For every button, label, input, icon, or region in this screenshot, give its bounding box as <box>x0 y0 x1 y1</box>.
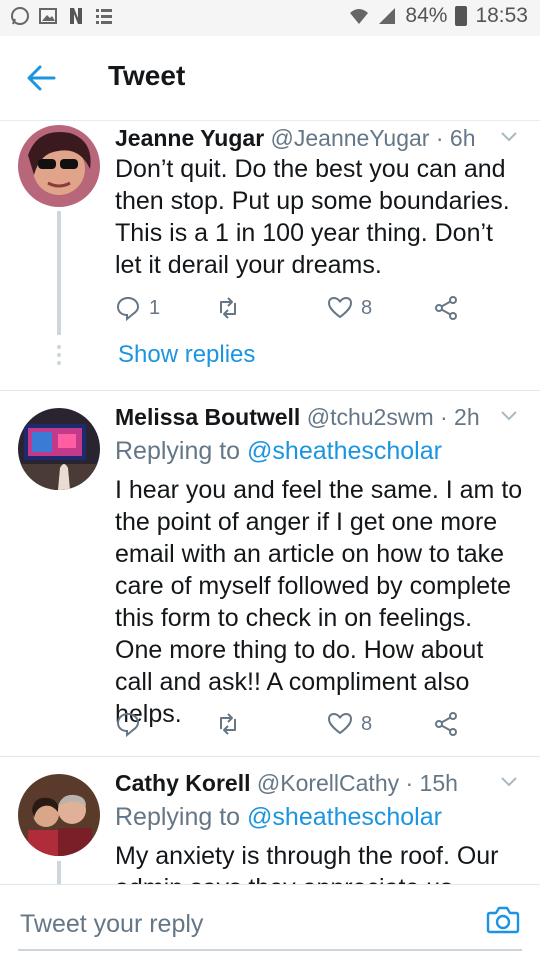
battery-percent: 84% <box>405 4 448 27</box>
thread-line <box>57 211 61 335</box>
camera-icon[interactable] <box>486 905 520 935</box>
tweet-actions: 8 <box>115 711 515 741</box>
replying-to-label: Replying to <box>115 437 241 465</box>
avatar[interactable] <box>18 408 100 490</box>
reply-icon <box>116 712 140 737</box>
netflix-icon <box>70 8 82 24</box>
tweet-actions: 1 8 <box>115 295 515 325</box>
display-name[interactable]: Jeanne Yugar <box>115 125 264 151</box>
retweet-button[interactable] <box>215 711 249 737</box>
tweet-header: Cathy Korell @KorellCathy · 15h <box>115 770 458 797</box>
reply-composer <box>0 884 540 961</box>
share-icon <box>435 296 457 320</box>
tweet-text: I hear you and feel the same. I am to th… <box>115 476 523 728</box>
share-icon <box>435 712 457 736</box>
back-arrow-icon[interactable] <box>24 62 60 94</box>
tweet-text: Don’t quit. Do the best you can and then… <box>115 155 510 279</box>
heart-icon <box>327 712 353 735</box>
retweet-button[interactable] <box>215 295 249 321</box>
system-icons: 84% 18:53 <box>349 4 528 28</box>
tweet-text: My anxiety is through the roof. Our admi… <box>115 842 499 884</box>
heart-icon <box>327 296 353 319</box>
show-replies-link[interactable]: Show replies <box>118 341 255 369</box>
tweet-header: Melissa Boutwell @tchu2swm · 2h <box>115 404 480 431</box>
like-button[interactable]: 8 <box>327 711 372 737</box>
reply-icon <box>116 296 140 321</box>
chevron-down-icon[interactable] <box>500 776 518 788</box>
display-name[interactable]: Melissa Boutwell <box>115 404 300 430</box>
mention-link[interactable]: @sheathescholar <box>247 803 442 831</box>
reply-button[interactable]: 1 <box>115 295 160 321</box>
notification-icons <box>10 6 114 26</box>
thread-dots <box>55 345 63 369</box>
tweet-header: Jeanne Yugar @JeanneYugar · 6h <box>115 125 476 152</box>
battery-icon <box>455 6 468 26</box>
replying-to-label: Replying to <box>115 803 241 831</box>
image-icon <box>39 8 57 24</box>
retweet-icon <box>220 713 236 735</box>
clock: 18:53 <box>475 4 528 27</box>
share-button[interactable] <box>433 711 459 737</box>
tweet-item[interactable]: Melissa Boutwell @tchu2swm · 2h Replying… <box>0 391 540 756</box>
like-count: 8 <box>361 296 373 319</box>
replying-to: Replying to @sheathescholar <box>115 803 442 832</box>
user-handle[interactable]: @JeanneYugar <box>271 125 430 151</box>
like-count: 8 <box>361 712 373 735</box>
retweet-icon <box>220 297 236 319</box>
app-bar: Tweet <box>0 36 540 121</box>
whatsapp-icon <box>11 7 29 25</box>
tweet-item[interactable]: Jeanne Yugar @JeanneYugar · 6h Don’t qui… <box>0 121 540 391</box>
signal-icon <box>379 8 396 24</box>
wifi-icon <box>350 9 369 24</box>
tweet-reply-input[interactable] <box>18 905 462 943</box>
user-handle[interactable]: @tchu2swm <box>307 404 434 430</box>
input-underline <box>18 949 522 951</box>
reply-button[interactable] <box>115 711 149 737</box>
thread-line <box>57 861 61 884</box>
replying-to: Replying to @sheathescholar <box>115 437 442 466</box>
page-title: Tweet <box>108 60 186 91</box>
timestamp: · 2h <box>440 404 480 430</box>
avatar[interactable] <box>18 774 100 856</box>
display-name[interactable]: Cathy Korell <box>115 770 250 796</box>
avatar[interactable] <box>18 125 100 207</box>
timestamp: · 15h <box>405 770 458 796</box>
user-handle[interactable]: @KorellCathy <box>257 770 399 796</box>
mention-link[interactable]: @sheathescholar <box>247 437 442 465</box>
like-button[interactable]: 8 <box>327 295 372 321</box>
share-button[interactable] <box>433 295 459 321</box>
notes-icon <box>96 9 112 24</box>
chevron-down-icon[interactable] <box>500 410 518 422</box>
timestamp: · 6h <box>435 125 476 151</box>
tweet-item[interactable]: Cathy Korell @KorellCathy · 15h Replying… <box>0 757 540 884</box>
reply-count: 1 <box>149 296 161 319</box>
status-bar: 84% 18:53 <box>0 0 540 36</box>
chevron-down-icon[interactable] <box>500 131 518 143</box>
